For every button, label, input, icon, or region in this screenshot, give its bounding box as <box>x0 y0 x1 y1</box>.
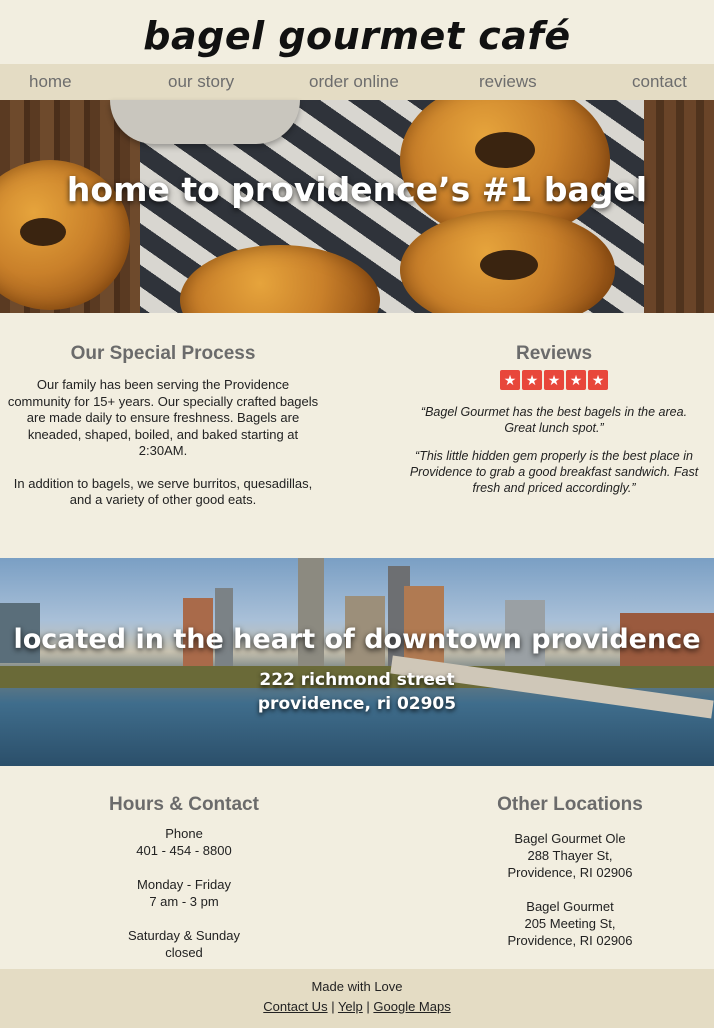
hero-title: home to providence’s #1 bagel <box>66 170 648 209</box>
weekend-hours: closed <box>165 945 203 960</box>
nav-item-order-online[interactable]: order online <box>309 64 399 100</box>
site-logo[interactable]: bagel gourmet café <box>143 12 570 60</box>
star-icon: ★ <box>566 370 586 390</box>
header: bagel gourmet café <box>0 0 714 64</box>
location-2-name: Bagel Gourmet <box>526 899 614 914</box>
star-rating: ★ ★ ★ ★ ★ <box>500 370 608 390</box>
location-city: providence, ri 02905 <box>257 694 457 714</box>
footer: Made with Love Contact Us | Yelp | Googl… <box>0 969 714 1028</box>
location-title: located in the heart of downtown provide… <box>13 624 701 655</box>
weekday-hours: 7 am - 3 pm <box>149 894 219 909</box>
nav-item-contact[interactable]: contact <box>632 64 687 100</box>
process-paragraph-2: In addition to bagels, we serve burritos… <box>13 475 313 508</box>
reviews-heading: Reviews <box>515 343 593 364</box>
main-nav: home our story order online reviews cont… <box>0 64 714 100</box>
footer-link-yelp[interactable]: Yelp <box>338 999 363 1014</box>
hours-heading: Hours & Contact <box>109 794 259 815</box>
footer-links: Contact Us | Yelp | Google Maps <box>0 999 714 1014</box>
location-1-name: Bagel Gourmet Ole <box>514 831 626 846</box>
process-paragraph-1: Our family has been serving the Providen… <box>7 377 319 458</box>
star-icon: ★ <box>544 370 564 390</box>
footer-link-google-maps[interactable]: Google Maps <box>373 999 450 1014</box>
location-2-city: Providence, RI 02906 <box>507 933 633 948</box>
locations-heading: Other Locations <box>497 794 643 815</box>
other-locations-section: Other Locations Bagel Gourmet Ole 288 Th… <box>420 794 714 949</box>
weekday-label: Monday - Friday <box>137 877 231 892</box>
review-quote-2: “This little hidden gem properly is the … <box>409 449 699 495</box>
review-quote-1: “Bagel Gourmet has the best bagels in th… <box>420 405 688 435</box>
weekend-label: Saturday & Sunday <box>127 928 241 943</box>
star-icon: ★ <box>588 370 608 390</box>
process-heading: Our Special Process <box>70 343 256 364</box>
hero-plate <box>110 100 300 144</box>
footer-separator: | <box>362 999 374 1014</box>
bagel-bottom <box>180 245 380 313</box>
phone-number[interactable]: 401 - 454 - 8800 <box>34 842 334 859</box>
reviews-section: Reviews ★ ★ ★ ★ ★ “Bagel Gourmet has the… <box>404 343 704 496</box>
location-1-city: Providence, RI 02906 <box>507 865 633 880</box>
location-2-street: 205 Meeting St, <box>524 916 616 931</box>
footer-tagline: Made with Love <box>311 979 403 994</box>
hours-section: Hours & Contact Phone 401 - 454 - 8800 M… <box>34 794 334 961</box>
nav-item-our-story[interactable]: our story <box>168 64 234 100</box>
process-section: Our Special Process Our family has been … <box>4 343 322 509</box>
star-icon: ★ <box>500 370 520 390</box>
footer-separator: | <box>327 999 338 1014</box>
nav-item-reviews[interactable]: reviews <box>479 64 537 100</box>
nav-item-home[interactable]: home <box>29 64 72 100</box>
location-street: 222 richmond street <box>259 670 455 690</box>
star-icon: ★ <box>522 370 542 390</box>
bagel-bottom-right <box>400 210 615 313</box>
hero-city-image <box>0 558 714 766</box>
footer-link-contact-us[interactable]: Contact Us <box>263 999 327 1014</box>
phone-label: Phone <box>165 826 203 841</box>
location-1-street: 288 Thayer St, <box>527 848 613 863</box>
